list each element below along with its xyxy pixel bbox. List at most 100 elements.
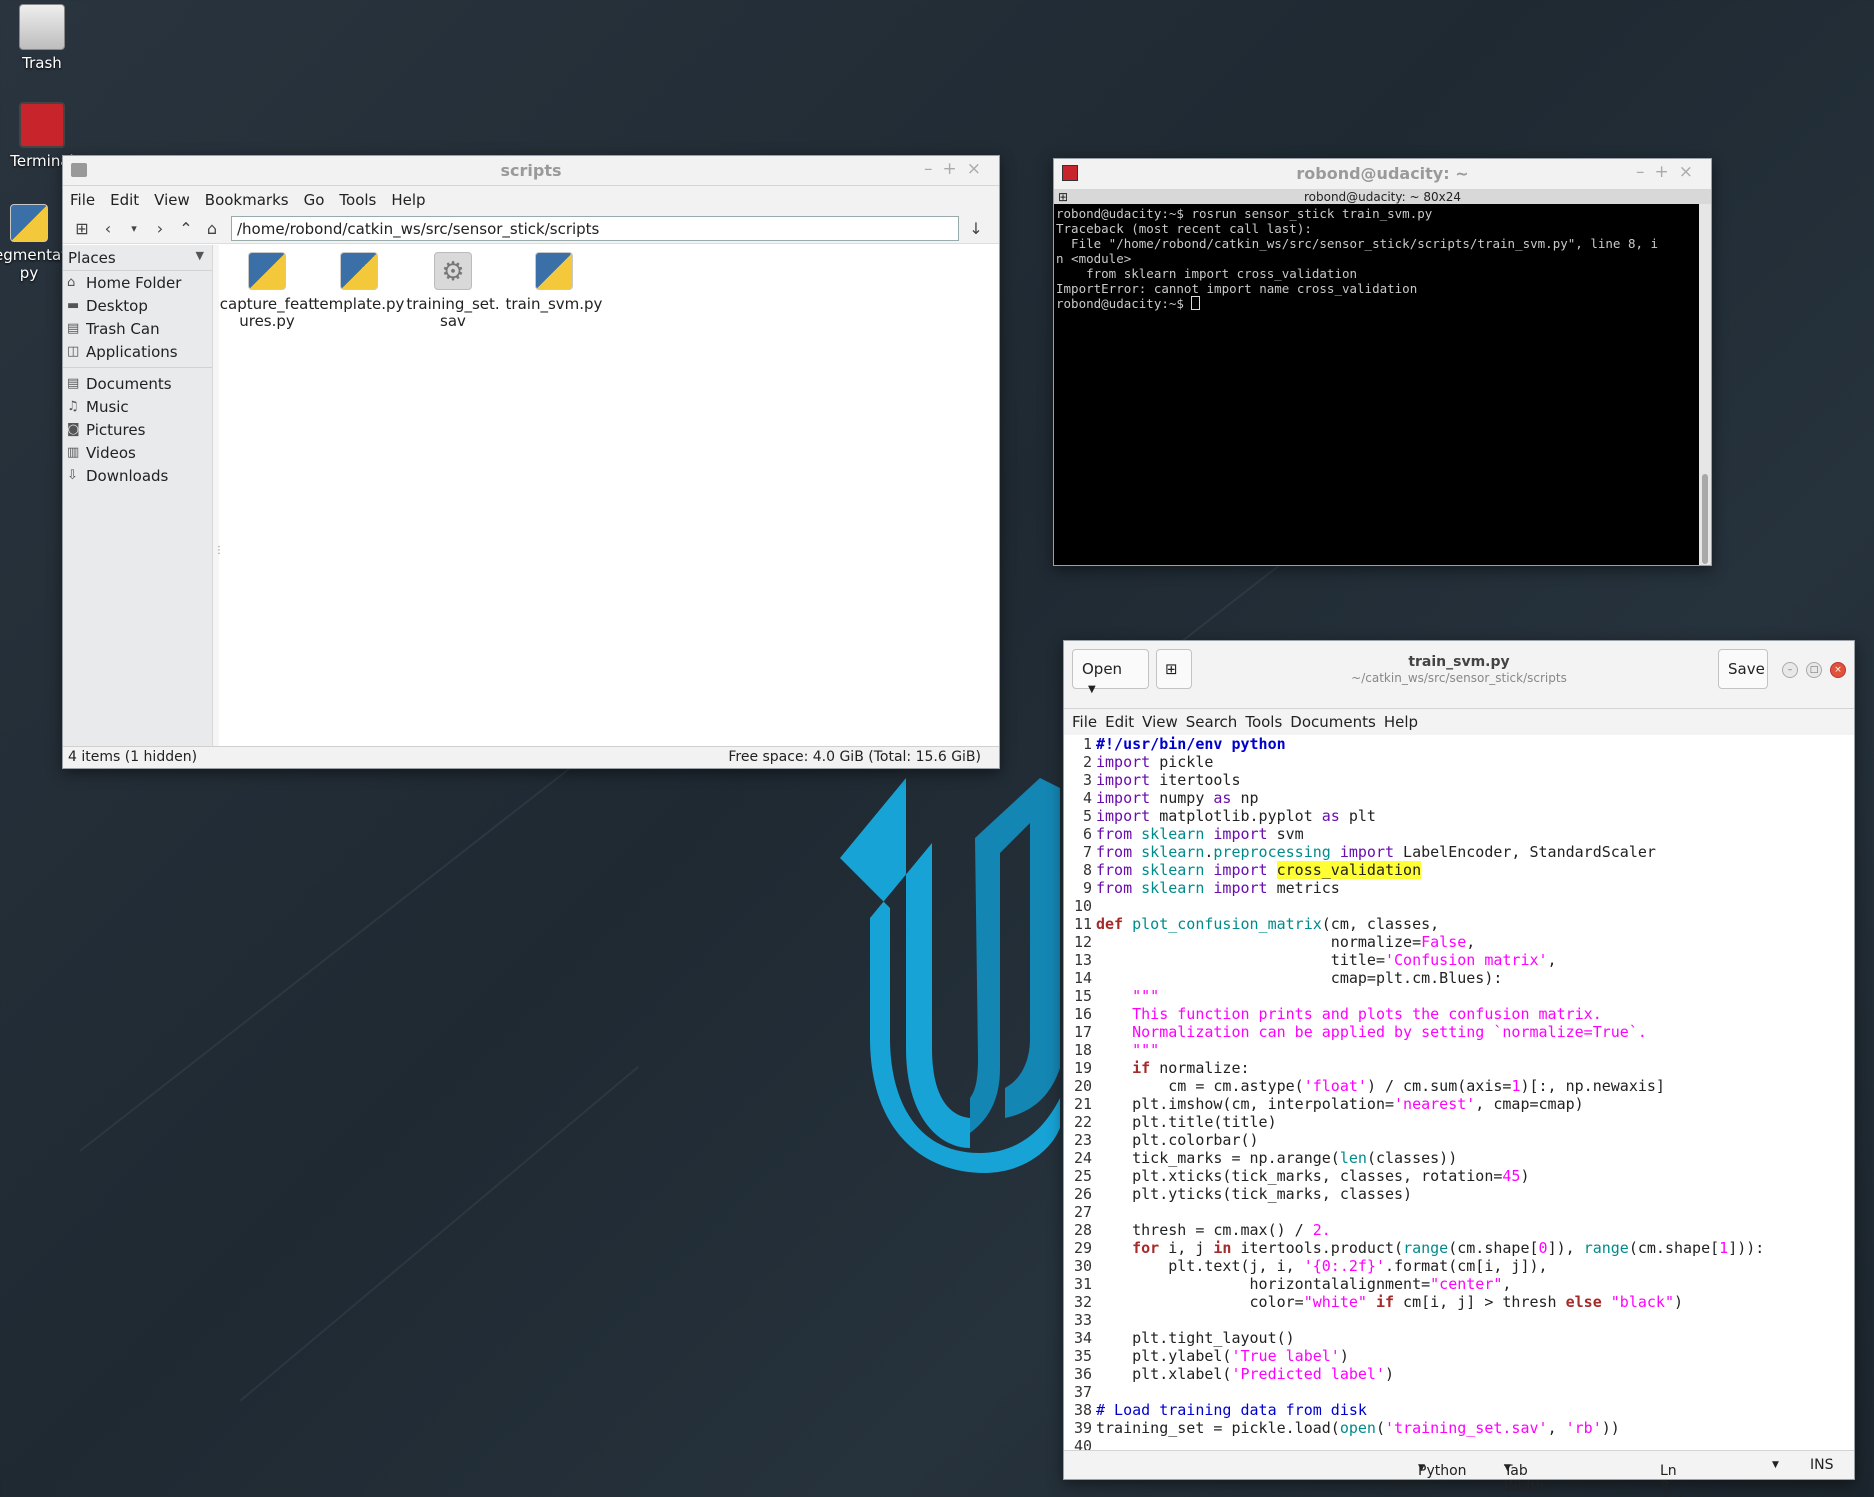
code-text: title='Confusion matrix', <box>1096 951 1557 969</box>
menu-file[interactable]: File <box>1072 713 1097 731</box>
desktop-icon-trash[interactable]: Trash <box>0 4 84 72</box>
forward-icon[interactable]: › <box>147 219 173 238</box>
maximize-icon[interactable]: + <box>1655 162 1679 182</box>
chevron-down-icon: ▼ <box>195 249 204 262</box>
code-text: """ <box>1096 987 1160 1005</box>
sidebar-item-label: Music <box>86 397 129 416</box>
file-name: capture_feat <box>219 295 315 313</box>
maximize-icon[interactable]: □ <box>1806 662 1822 678</box>
go-icon[interactable]: ↓ <box>963 219 989 238</box>
terminal-line: Traceback (most recent call last): <box>1056 221 1312 236</box>
home-icon[interactable]: ⌂ <box>199 219 225 238</box>
sidebar-item-documents[interactable]: ▤ Documents <box>63 372 212 395</box>
up-icon[interactable]: ⌃ <box>173 219 199 238</box>
terminal-titlebar[interactable]: robond@udacity: ~ –+× <box>1054 159 1711 190</box>
line-number: 33 <box>1073 1311 1092 1329</box>
menu-view[interactable]: View <box>154 191 190 209</box>
close-icon[interactable]: × <box>1679 162 1703 182</box>
file-name: template.py <box>313 295 405 313</box>
code-text: tick_marks = np.arange(len(classes)) <box>1096 1149 1458 1167</box>
terminal-line: ImportError: cannot import name cross_va… <box>1056 281 1418 296</box>
sidebar-item-trash-can[interactable]: ▤ Trash Can <box>63 317 212 340</box>
menu-search[interactable]: Search <box>1186 713 1238 731</box>
code-text: from sklearn import metrics <box>1096 879 1340 897</box>
window-title: scripts <box>500 161 562 180</box>
menu-file[interactable]: File <box>70 191 95 209</box>
file-item[interactable]: capture_feat ures.py <box>219 252 315 330</box>
menu-view[interactable]: View <box>1142 713 1178 731</box>
menu-go[interactable]: Go <box>304 191 325 209</box>
menu-edit[interactable]: Edit <box>110 191 139 209</box>
line-number: 24 <box>1073 1149 1092 1167</box>
terminal-scrollbar[interactable] <box>1699 204 1711 565</box>
chevron-down-icon[interactable]: ▼ <box>1772 1460 1779 1470</box>
sidebar-item-desktop[interactable]: ▬ Desktop <box>63 294 212 317</box>
scrollbar-thumb[interactable] <box>1702 474 1708 564</box>
maximize-icon[interactable]: + <box>943 159 967 179</box>
desktop-icon-python-file[interactable]: egmentat py <box>0 204 67 282</box>
menu-help[interactable]: Help <box>1384 713 1418 731</box>
save-button[interactable]: Save <box>1718 649 1768 689</box>
code-text: plt.xlabel('Predicted label') <box>1096 1365 1395 1383</box>
file-manager-titlebar[interactable]: scripts –+× <box>63 156 999 186</box>
sidebar-item-downloads[interactable]: ⇩ Downloads <box>63 464 212 487</box>
minimize-icon[interactable]: – <box>924 159 943 179</box>
places-header[interactable]: Places ▼ <box>63 245 212 271</box>
terminal-line: robond@udacity:~$ rosrun sensor_stick tr… <box>1056 206 1433 221</box>
gedit-headerbar[interactable]: Open ▼ ⊞ train_svm.py ~/catkin_ws/src/se… <box>1064 641 1854 709</box>
new-tab-icon[interactable]: ⊞ <box>69 219 95 238</box>
line-number: 36 <box>1073 1365 1092 1383</box>
file-name: ures.py <box>239 312 295 330</box>
sidebar-item-label: Desktop <box>86 296 148 315</box>
path-input[interactable]: /home/robond/catkin_ws/src/sensor_stick/… <box>231 216 959 241</box>
line-number: 35 <box>1073 1347 1092 1365</box>
code-text: plt.xticks(tick_marks, classes, rotation… <box>1096 1167 1530 1185</box>
minimize-icon[interactable]: – <box>1782 662 1798 678</box>
line-number: 5 <box>1082 807 1092 825</box>
sidebar-item-applications[interactable]: ◫ Applications <box>63 340 212 363</box>
file-item[interactable]: train_svm.py <box>501 252 607 313</box>
menu-help[interactable]: Help <box>391 191 425 209</box>
menu-edit[interactable]: Edit <box>1105 713 1134 731</box>
code-text: horizontalalignment="center", <box>1096 1275 1512 1293</box>
code-line: 16 This function prints and plots the co… <box>1064 1005 1854 1023</box>
line-number: 12 <box>1073 933 1092 951</box>
terminal-output[interactable]: robond@udacity:~$ rosrun sensor_stick tr… <box>1054 204 1699 565</box>
tab-grid-icon[interactable]: ⊞ <box>1058 190 1068 204</box>
close-icon[interactable]: × <box>1830 662 1846 678</box>
sidebar-item-videos[interactable]: ▥ Videos <box>63 441 212 464</box>
code-text: """ <box>1096 1041 1160 1059</box>
menu-bookmarks[interactable]: Bookmarks <box>205 191 289 209</box>
line-number: 10 <box>1073 897 1092 915</box>
file-item[interactable]: ⚙ training_set. sav <box>405 252 501 330</box>
terminal-tab[interactable]: robond@udacity: ~ 80x24 <box>1304 190 1461 204</box>
code-line: 23 plt.colorbar() <box>1064 1131 1854 1149</box>
code-editor[interactable]: 1 #!/usr/bin/env python 2 import pickle 3 imp… <box>1064 735 1854 1450</box>
documents-icon: ▤ <box>67 376 80 391</box>
item-count: 4 items (1 hidden) <box>68 749 198 765</box>
code-line: 29 for i, j in itertools.product(range(c… <box>1064 1239 1854 1257</box>
python-file-icon <box>248 252 286 290</box>
close-icon[interactable]: × <box>967 159 991 179</box>
menu-tools[interactable]: Tools <box>339 191 376 209</box>
code-text: This function prints and plots the confu… <box>1096 1005 1602 1023</box>
sidebar-item-pictures[interactable]: ◙ Pictures <box>63 418 212 441</box>
code-line: 19 if normalize: <box>1064 1059 1854 1077</box>
back-icon[interactable]: ‹ <box>95 219 121 238</box>
history-dropdown-icon[interactable]: ▾ <box>121 222 147 235</box>
sidebar-item-home-folder[interactable]: ⌂ Home Folder <box>63 271 212 294</box>
menu-tools[interactable]: Tools <box>1245 713 1282 731</box>
code-line: 27 <box>1064 1203 1854 1221</box>
terminal-prompt: robond@udacity:~$ <box>1056 296 1192 311</box>
code-line: 24 tick_marks = np.arange(len(classes)) <box>1064 1149 1854 1167</box>
python-file-icon <box>535 252 573 290</box>
sidebar-item-label: Trash Can <box>86 319 160 338</box>
menu-documents[interactable]: Documents <box>1290 713 1376 731</box>
code-line: 40 <box>1064 1437 1854 1450</box>
downloads-icon: ⇩ <box>67 468 78 483</box>
sidebar-item-music[interactable]: ♫ Music <box>63 395 212 418</box>
code-line: 5 import matplotlib.pyplot as plt <box>1064 807 1854 825</box>
free-space: Free space: 4.0 GiB (Total: 15.6 GiB) <box>728 749 981 765</box>
minimize-icon[interactable]: – <box>1636 162 1655 182</box>
file-item[interactable]: template.py <box>311 252 407 313</box>
